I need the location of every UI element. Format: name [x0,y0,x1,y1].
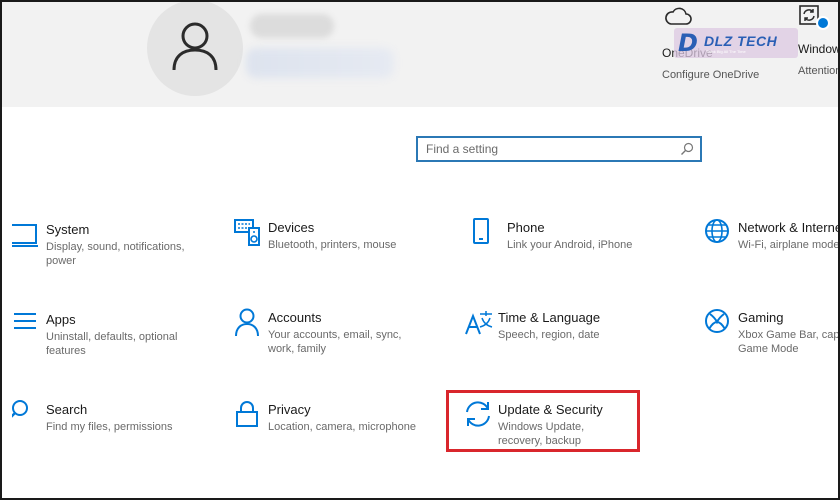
account-email-blurred [246,48,394,78]
phone-icon [473,218,489,244]
tile-title: System [46,222,90,237]
language-icon [465,311,493,335]
tile-time-language[interactable]: Time & Language Speech, region, date [464,308,664,368]
account-name-blurred [250,14,334,38]
tile-title: Devices [268,220,315,235]
watermark-brand: DLZ TECH [704,33,778,49]
xbox-icon [705,309,729,333]
tile-privacy[interactable]: Privacy Location, camera, microphone [234,400,434,460]
notification-dot [816,16,830,30]
globe-icon [705,219,729,243]
search-input[interactable] [426,141,676,157]
tile-search[interactable]: Search Find my files, permissions [12,400,212,460]
search-icon [12,400,28,418]
tile-title: Time & Language [498,310,601,325]
settings-window: OneDrive Configure OneDrive Windows Atte… [0,0,840,500]
tile-gaming[interactable]: Gaming Xbox Game Bar, captures, Game Mod… [704,308,840,368]
quick-link-label: Windows [798,42,840,56]
tile-network-internet[interactable]: Network & Internet Wi-Fi, airplane mode,… [704,218,840,278]
person-icon [172,22,218,71]
tile-title: Accounts [268,310,322,325]
quick-link-sublabel: Configure OneDrive [662,69,760,81]
tile-title: Gaming [738,310,784,325]
avatar[interactable] [147,2,243,96]
tile-subtitle: Bluetooth, printers, mouse [268,239,397,251]
cloud-icon [665,7,692,25]
tile-title: Network & Internet [738,220,840,235]
tile-apps[interactable]: Apps Uninstall, defaults, optional featu… [12,310,212,370]
tile-subtitle: Speech, region, date [498,329,600,341]
quick-link-sublabel: Attention [798,65,840,77]
tile-phone[interactable]: Phone Link your Android, iPhone [473,218,673,278]
keyboard-speaker-icon [234,219,260,246]
tile-subtitle: Display, sound, notifications, power [46,241,185,267]
laptop-icon [12,224,38,247]
tile-subtitle: Wi-Fi, airplane mode, VPN [738,239,840,251]
person-icon [235,308,259,337]
tile-title: Privacy [268,402,311,417]
account-header: OneDrive Configure OneDrive Windows Atte… [2,2,840,107]
search-icon[interactable] [680,142,694,156]
highlight-annotation-box [446,390,640,452]
tile-title: Apps [46,312,76,327]
tile-subtitle: Location, camera, microphone [268,421,416,433]
tile-accounts[interactable]: Accounts Your accounts, email, sync, wor… [234,308,434,368]
watermark-mark: D [678,29,698,57]
tile-title: Search [46,402,88,417]
list-icon [14,313,36,329]
tile-system[interactable]: System Display, sound, notifications, po… [12,220,212,280]
tile-subtitle: Uninstall, defaults, optional features [46,331,178,357]
watermark-tagline: Think Big All The Time [706,49,746,54]
tile-subtitle: Link your Android, iPhone [507,239,633,251]
tile-subtitle: Find my files, permissions [46,421,173,433]
tile-subtitle: Xbox Game Bar, captures, Game Mode [738,329,840,355]
tile-subtitle: Your accounts, email, sync, work, family [268,329,402,355]
dlz-tech-watermark: D DLZ TECH Think Big All The Time [674,28,798,58]
lock-icon [236,401,258,427]
find-setting-search-box[interactable] [416,136,702,162]
tile-devices[interactable]: Devices Bluetooth, printers, mouse [234,218,434,278]
tile-title: Phone [507,220,545,235]
